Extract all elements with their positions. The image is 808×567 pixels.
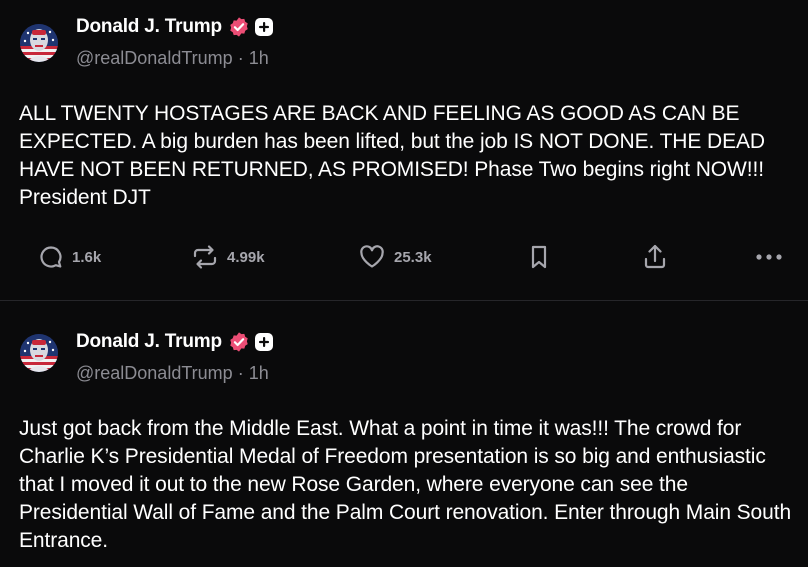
bookmark-button[interactable] [527,240,551,274]
plus-icon[interactable] [254,333,273,351]
avatar[interactable] [20,24,58,62]
reply-bubble-icon [40,246,62,268]
avatar-image [20,334,58,372]
post-text: ALL TWENTY HOSTAGES ARE BACK AND FEELING… [19,102,765,209]
post-2[interactable]: Donald J. Trump @realDonaldTrump · 1h Ju… [0,301,808,567]
author-name[interactable]: Donald J. Trump [76,331,222,353]
avatar-image [20,24,58,62]
bookmark-icon [531,245,547,269]
heart-icon [360,245,384,268]
verified-badge-icon [230,17,248,37]
more-button[interactable] [755,240,783,274]
share-button[interactable] [641,240,669,274]
separator: · [237,363,244,383]
post-time[interactable]: 1h [249,48,269,68]
reply-button[interactable]: 1.6k [38,240,101,274]
author-row: Donald J. Trump [76,329,273,355]
restruth-count: 4.99k [227,248,265,266]
repost-arrows-icon [193,245,217,269]
restruth-button[interactable]: 4.99k [191,240,265,274]
verified-badge-icon [230,332,248,352]
post-time[interactable]: 1h [249,363,269,383]
author-name[interactable]: Donald J. Trump [76,16,222,38]
handle-row: @realDonaldTrump · 1h [76,363,269,384]
author-row: Donald J. Trump [76,14,273,40]
author-handle[interactable]: @realDonaldTrump [76,48,233,68]
share-icon [644,244,666,269]
more-dots-icon [756,254,782,260]
like-button[interactable]: 25.3k [358,240,432,274]
plus-icon[interactable] [254,18,273,36]
author-handle[interactable]: @realDonaldTrump [76,363,233,383]
action-bar: 1.6k 4.99k 25.3k [0,240,808,274]
separator: · [237,48,244,68]
avatar[interactable] [20,334,58,372]
reply-count: 1.6k [72,248,102,266]
like-count: 25.3k [394,248,432,266]
post-1[interactable]: Donald J. Trump @realDonaldTrump · 1h AL… [0,0,808,300]
post-text: Just got back from the Middle East. What… [19,417,792,552]
handle-row: @realDonaldTrump · 1h [76,48,269,69]
